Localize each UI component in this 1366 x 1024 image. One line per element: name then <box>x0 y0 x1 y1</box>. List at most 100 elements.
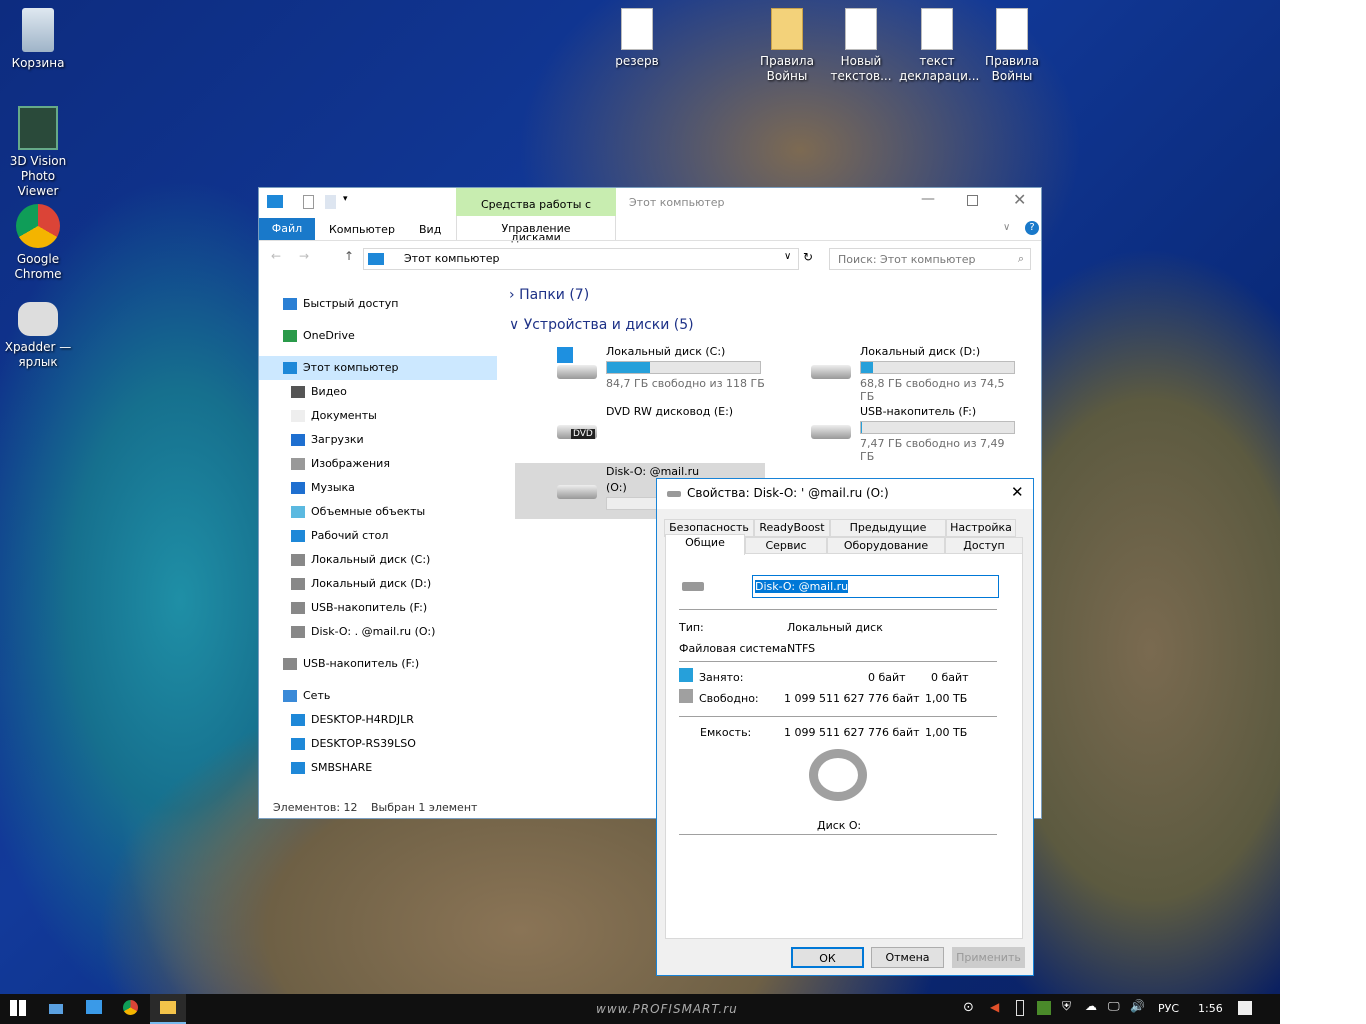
dialog-tab[interactable]: ReadyBoost <box>754 519 830 537</box>
quick-access-dropdown-icon[interactable]: ▾ <box>343 194 348 204</box>
desktop-icon-chrome[interactable]: Google Chrome <box>0 204 76 282</box>
nav-item[interactable]: Локальный диск (D:) <box>259 572 497 596</box>
refresh-icon[interactable]: ↻ <box>803 250 813 264</box>
drive-tile[interactable]: DVD DVD RW дисковод (E:) <box>515 403 765 459</box>
cloud-icon[interactable]: ☁ <box>1085 999 1097 1013</box>
desktop-icon-folder[interactable]: Правила Войны <box>749 8 825 84</box>
dialog-tab[interactable]: Сервис <box>745 537 827 554</box>
start-windows-icon[interactable] <box>10 1000 26 1016</box>
nav-item[interactable]: Сеть <box>259 684 497 708</box>
nav-item[interactable]: Быстрый доступ <box>259 292 497 316</box>
language-indicator[interactable]: РУС <box>1158 1002 1179 1015</box>
shield-icon[interactable]: ⛨ <box>1062 999 1071 1014</box>
nav-item[interactable]: Локальный диск (C:) <box>259 548 497 572</box>
address-bar[interactable]: Этот компьютер ∨ <box>363 248 799 270</box>
nav-item-label: USB-накопитель (F:) <box>311 601 428 614</box>
new-folder-icon[interactable] <box>325 195 336 209</box>
nav-item[interactable]: SMBSHARE <box>259 756 497 780</box>
properties-icon[interactable] <box>303 195 314 209</box>
drive-tile[interactable]: Локальный диск (C:) 84,7 ГБ свободно из 1… <box>515 343 765 399</box>
forward-button[interactable]: → <box>299 249 309 263</box>
search-input[interactable]: Поиск: Этот компьютер ⌕ <box>829 248 1031 270</box>
desktop-icon-recycle-bin[interactable]: Корзина <box>0 8 76 71</box>
group-folders[interactable]: › Папки (7) <box>509 287 589 303</box>
nav-item[interactable]: Disk-O: . @mail.ru (O:) <box>259 620 497 644</box>
drive-icon <box>557 485 597 499</box>
tray-volume-app-icon[interactable]: ◀ <box>990 1000 999 1014</box>
nav-item[interactable]: Изображения <box>259 452 497 476</box>
nav-item[interactable]: USB-накопитель (F:) <box>259 652 497 676</box>
desktop-icon-file[interactable]: Новый текстов... <box>823 8 899 84</box>
maximize-button[interactable] <box>967 195 978 206</box>
drive-name: Disk-O: @mail.ru <box>606 465 700 478</box>
volume-name-input[interactable]: Disk-O: @mail.ru <box>752 575 999 598</box>
clock[interactable]: 1:56 <box>1198 1002 1223 1015</box>
drive-letter: (O:) <box>606 481 627 494</box>
dialog-close-button[interactable]: ✕ <box>1011 483 1024 501</box>
help-icon[interactable]: ? <box>1025 221 1039 235</box>
nav-item-label: SMBSHARE <box>311 761 373 774</box>
nav-item[interactable]: DESKTOP-H4RDJLR <box>259 708 497 732</box>
downloads-icon <box>291 434 305 446</box>
desktop-icon-xpadder[interactable]: Xpadder — ярлык <box>0 302 76 370</box>
tab-manage[interactable]: Управление <box>456 216 616 240</box>
computer-icon[interactable] <box>86 1000 102 1014</box>
nav-item[interactable]: Рабочий стол <box>259 524 497 548</box>
chrome-icon[interactable] <box>123 1000 138 1015</box>
tab-view[interactable]: Вид <box>419 223 441 236</box>
minimize-button[interactable]: — <box>921 191 935 207</box>
desktop-icon-3d-vision[interactable]: 3D Vision Photo Viewer <box>0 106 76 199</box>
apply-button[interactable]: Применить <box>952 947 1025 968</box>
search-icon: ⌕ <box>1017 252 1024 265</box>
network-icon[interactable]: 🖵 <box>1108 999 1120 1014</box>
speaker-icon[interactable]: 🔊 <box>1130 999 1145 1013</box>
capacity-label: Емкость: <box>700 726 752 739</box>
dialog-tab[interactable]: Предыдущие версии <box>830 519 946 550</box>
type-value: Локальный диск <box>787 621 883 634</box>
nav-item[interactable]: Загрузки <box>259 428 497 452</box>
drive-tile[interactable]: Локальный диск (D:) 68,8 ГБ свободно из 7… <box>769 343 1019 403</box>
usb-icon[interactable] <box>1016 1000 1024 1016</box>
cancel-button[interactable]: Отмена <box>871 947 944 968</box>
group-devices[interactable]: ∨ Устройства и диски (5) <box>509 317 694 333</box>
tab-file[interactable]: Файл <box>259 218 315 240</box>
dialog-tab[interactable]: Оборудование <box>827 537 945 554</box>
dialog-tab[interactable]: Настройка <box>946 519 1016 537</box>
ribbon-expand-icon[interactable]: ∨ <box>1003 222 1010 233</box>
used-bytes: 0 байт <box>868 671 906 684</box>
file-explorer-taskbar-button[interactable] <box>150 994 186 1024</box>
star-icon <box>283 298 297 310</box>
desktop-icon-file[interactable]: резерв <box>599 8 675 69</box>
dialog-tab-general-active[interactable]: Общие <box>665 534 745 555</box>
action-center-icon[interactable] <box>1238 1001 1252 1015</box>
drive-icon <box>291 626 305 638</box>
drive-tile[interactable]: USB-накопитель (F:) 7,47 ГБ свободно из 7… <box>769 403 1019 463</box>
nav-item[interactable]: Объемные объекты <box>259 500 497 524</box>
tray-clock-settings-icon[interactable]: ⊙ <box>963 1000 974 1015</box>
back-button[interactable]: ← <box>271 249 281 263</box>
nav-item[interactable]: Этот компьютер <box>259 356 497 380</box>
nav-item[interactable]: Документы <box>259 404 497 428</box>
desktop-icon-file[interactable]: текст деклараци... <box>899 8 979 84</box>
tab-computer[interactable]: Компьютер <box>329 223 395 236</box>
nav-item[interactable]: Музыка <box>259 476 497 500</box>
nav-item[interactable]: Видео <box>259 380 497 404</box>
address-dropdown-icon[interactable]: ∨ <box>784 251 791 262</box>
free-size: 1,00 ТБ <box>925 692 968 705</box>
nvidia-icon[interactable] <box>1037 1001 1051 1015</box>
nav-item-label: Видео <box>311 385 347 398</box>
desktop-icon-file[interactable]: Правила Войны <box>974 8 1050 84</box>
keyboard-icon[interactable] <box>49 1004 63 1014</box>
nav-item-label: Быстрый доступ <box>303 297 399 310</box>
drive-icon <box>291 554 305 566</box>
dialog-tab[interactable]: Доступ <box>945 537 1023 554</box>
nav-item[interactable]: OneDrive <box>259 324 497 348</box>
up-button[interactable]: ↑ <box>344 249 354 263</box>
nav-item[interactable]: USB-накопитель (F:) <box>259 596 497 620</box>
navigation-pane: Быстрый доступ OneDrive Этот компьютер Виде… <box>259 292 497 780</box>
video-icon <box>291 386 305 398</box>
nav-item[interactable]: DESKTOP-RS39LSO <box>259 732 497 756</box>
nav-item-label: Рабочий стол <box>311 529 389 542</box>
ok-button[interactable]: ОК <box>791 947 864 968</box>
close-button[interactable]: ✕ <box>1013 190 1026 209</box>
